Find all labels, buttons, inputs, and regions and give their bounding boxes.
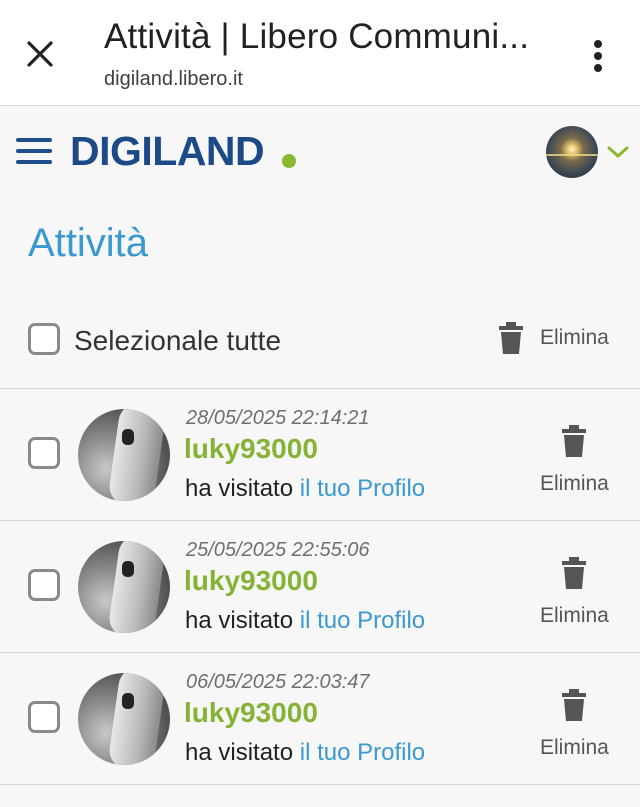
notification-timestamp: 06/05/2025 22:03:47 — [186, 671, 370, 693]
notification-text: ha visitato il tuo Profilo — [185, 739, 425, 767]
notification-username[interactable]: luky93000 — [184, 433, 318, 465]
notification-checkbox[interactable] — [28, 569, 60, 601]
delete-button[interactable]: Elimina — [536, 557, 616, 627]
notification-username[interactable]: luky93000 — [184, 565, 318, 597]
delete-selected-button[interactable]: Elimina — [494, 320, 624, 360]
profile-link[interactable]: il tuo Profilo — [300, 739, 425, 766]
browser-toolbar: Attività | Libero Communi... digiland.li… — [0, 0, 640, 106]
more-vert-icon[interactable] — [586, 38, 610, 74]
user-avatar[interactable] — [546, 126, 598, 178]
close-icon[interactable] — [22, 36, 58, 72]
chevron-down-icon[interactable] — [606, 143, 630, 161]
tab-title: Attività | Libero Communi... — [104, 17, 530, 56]
delete-label: Elimina — [540, 472, 609, 495]
profile-link[interactable]: il tuo Profilo — [300, 607, 425, 634]
user-avatar[interactable] — [78, 541, 170, 633]
delete-label: Elimina — [540, 326, 609, 349]
notification-timestamp: 28/05/2025 22:14:21 — [186, 407, 370, 429]
site-logo[interactable]: DIGILAND — [70, 128, 265, 175]
delete-label: Elimina — [540, 736, 609, 759]
notification-text: ha visitato il tuo Profilo — [185, 475, 425, 503]
logo-dot — [282, 154, 296, 168]
notification-item: 25/05/2025 22:55:06 luky93000 ha visitat… — [0, 521, 640, 653]
notification-item: 06/05/2025 22:03:47 luky93000 ha visitat… — [0, 653, 640, 785]
notification-checkbox[interactable] — [28, 437, 60, 469]
url-text[interactable]: digiland.libero.it — [104, 68, 243, 91]
select-all-checkbox[interactable] — [28, 323, 60, 355]
user-avatar[interactable] — [78, 409, 170, 501]
trash-icon — [562, 425, 586, 457]
notification-action: ha visitato — [185, 475, 294, 502]
delete-button[interactable]: Elimina — [536, 689, 616, 759]
trash-icon — [499, 322, 523, 354]
notification-action: ha visitato — [185, 739, 294, 766]
delete-label: Elimina — [540, 604, 609, 627]
notification-text: ha visitato il tuo Profilo — [185, 607, 425, 635]
page-title: Attività — [28, 221, 149, 265]
trash-icon — [562, 689, 586, 721]
user-avatar[interactable] — [78, 673, 170, 765]
notification-action: ha visitato — [185, 607, 294, 634]
notification-checkbox[interactable] — [28, 701, 60, 733]
trash-icon — [562, 557, 586, 589]
select-all-label[interactable]: Selezionale tutte — [74, 325, 281, 357]
delete-button[interactable]: Elimina — [536, 425, 616, 495]
hamburger-menu-icon[interactable] — [16, 136, 54, 166]
notification-username[interactable]: luky93000 — [184, 697, 318, 729]
notification-timestamp: 25/05/2025 22:55:06 — [186, 539, 370, 561]
profile-link[interactable]: il tuo Profilo — [300, 475, 425, 502]
notification-item: 28/05/2025 22:14:21 luky93000 ha visitat… — [0, 389, 640, 521]
